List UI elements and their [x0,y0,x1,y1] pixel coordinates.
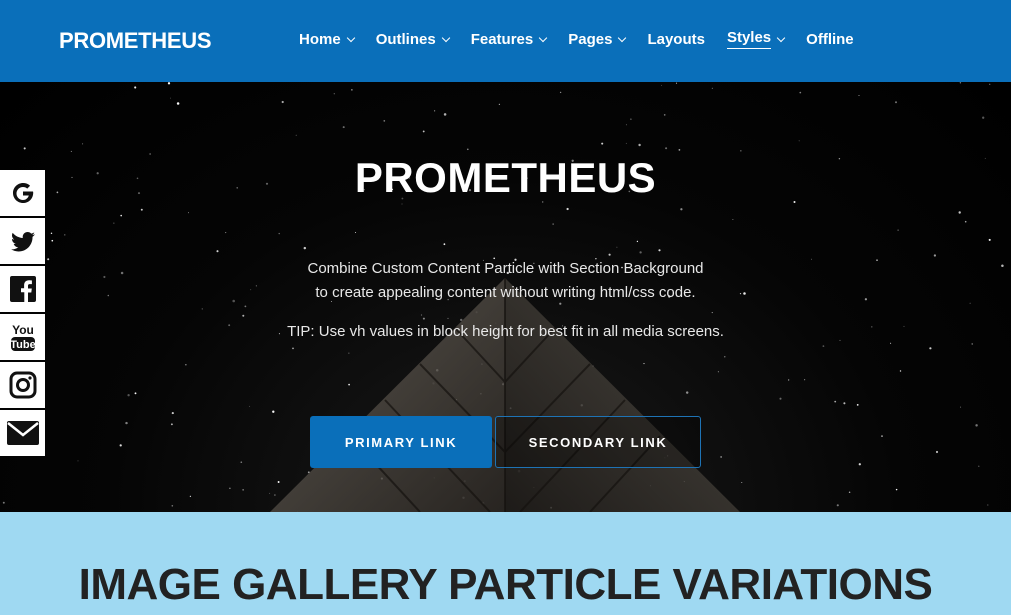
svg-text:You: You [12,323,34,337]
hero-title: PROMETHEUS [354,154,657,201]
email-icon [6,421,39,445]
section-title: IMAGE GALLERY PARTICLE VARIATIONS [78,560,933,609]
google-icon [12,183,33,203]
primary-link-button[interactable]: PRIMARY LINK [310,416,492,468]
gallery-section: IMAGE GALLERY PARTICLE VARIATIONS [0,512,1011,615]
nav-item-features[interactable]: Features [470,29,548,49]
main-nav: Home Outlines Features Pages Layouts Sty… [299,29,876,49]
instagram-icon [9,371,36,399]
nav-label: Offline [806,30,854,48]
nav-label: Layouts [647,30,705,48]
social-link-youtube[interactable]: You Tube [0,314,45,360]
site-logo[interactable]: PROMETHEUS [59,28,212,54]
svg-text:Tube: Tube [10,339,35,351]
site-header: PROMETHEUS Home Outlines Features Pages … [0,0,1011,82]
chevron-down-icon [346,33,355,42]
chevron-down-icon [618,33,627,42]
facebook-icon [9,276,36,303]
social-sidebar: You Tube [0,170,45,458]
nav-label: Features [470,30,534,48]
hero-tip: TIP: Use vh values in block height for b… [287,323,724,340]
nav-item-offline[interactable]: Offline [806,29,854,49]
nav-item-outlines[interactable]: Outlines [375,29,450,49]
nav-item-pages[interactable]: Pages [568,29,627,49]
social-link-google[interactable] [0,170,45,216]
nav-label: Pages [568,30,613,48]
youtube-icon: You Tube [10,323,35,351]
nav-label: Home [299,30,341,48]
nav-label: Outlines [375,30,436,48]
nav-item-layouts[interactable]: Layouts [647,29,705,49]
hero-description-line-2: to create appealing content without writ… [315,284,696,301]
hero-description-line-1: Combine Custom Content Particle with Sec… [307,260,704,277]
hero-section: PROMETHEUS Combine Custom Content Partic… [0,82,1011,512]
chevron-down-icon [441,33,450,42]
chevron-down-icon [776,33,786,42]
social-link-facebook[interactable] [0,266,45,312]
nav-item-home[interactable]: Home [299,29,355,49]
nav-item-styles[interactable]: Styles [726,29,786,49]
chevron-down-icon [538,33,548,42]
social-link-twitter[interactable] [0,218,45,264]
secondary-link-button[interactable]: SECONDARY LINK [495,416,701,468]
nav-label: Styles [726,29,772,49]
social-link-instagram[interactable] [0,362,45,408]
social-link-email[interactable] [0,410,45,456]
twitter-icon [10,232,35,252]
